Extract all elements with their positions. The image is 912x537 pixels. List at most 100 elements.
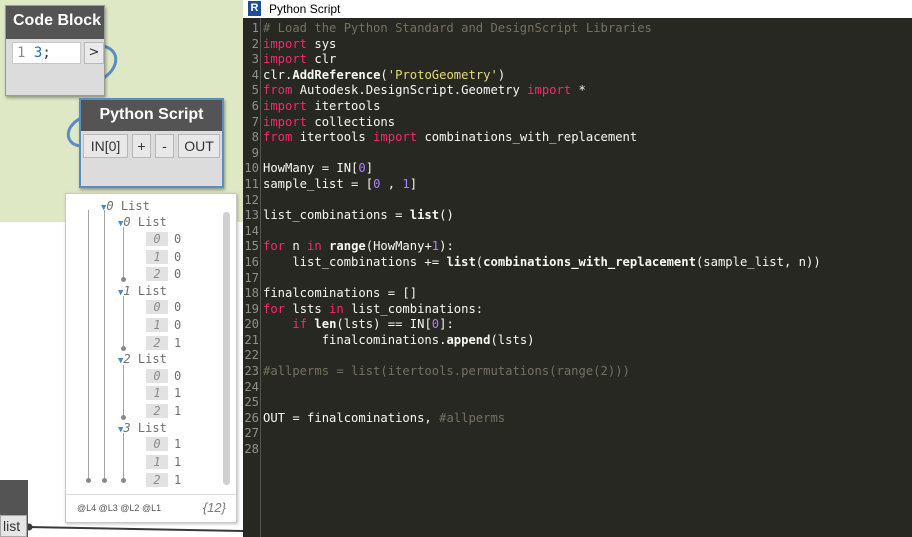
code-line[interactable]: 18 finalcominations = [] bbox=[243, 286, 912, 302]
dynamo-canvas[interactable]: Code Block 1 3; > Python Script IN[0] + … bbox=[0, 0, 243, 537]
code-token: append bbox=[446, 332, 491, 347]
node-preview-panel[interactable]: ▼0 List ▼0 List 00 10 20 ▼1 List 00 10 2… bbox=[65, 193, 237, 523]
code-block-input[interactable]: 1 3; bbox=[12, 42, 81, 64]
tree-guide-l3 bbox=[104, 210, 105, 480]
code-line[interactable]: 2 import sys bbox=[243, 37, 912, 53]
code-token: itertools bbox=[292, 130, 374, 145]
code-line[interactable]: 9 bbox=[243, 146, 912, 162]
code-line[interactable]: 11 sample_list = [0 , 1] bbox=[243, 177, 912, 193]
code-line[interactable]: 6 import itertools bbox=[243, 99, 912, 115]
input-port-in0[interactable]: IN[0] bbox=[83, 134, 128, 158]
tree-end-dot bbox=[121, 346, 126, 351]
python-script-editor[interactable]: R Python Script 1 # Load the Python Stand… bbox=[243, 0, 912, 537]
code-area[interactable]: 1 # Load the Python Standard and DesignSc… bbox=[243, 21, 912, 458]
list-item: 11 bbox=[146, 455, 181, 469]
code-line[interactable]: 27 bbox=[243, 426, 912, 442]
list-item: 20 bbox=[146, 267, 181, 281]
item-count: {12} bbox=[202, 500, 226, 515]
code-line[interactable]: 1 # Load the Python Standard and DesignSc… bbox=[243, 21, 912, 37]
line-number: 5 bbox=[251, 83, 259, 98]
code-token: AddReference bbox=[292, 67, 381, 82]
code-line[interactable]: 3 import clr bbox=[243, 52, 912, 68]
code-token: Autodesk.DesignScript.Geometry bbox=[292, 83, 528, 98]
tree-root-list[interactable]: ▼0 List bbox=[101, 199, 150, 215]
code-line[interactable]: 15 for n in range(HowMany+1): bbox=[243, 239, 912, 255]
python-script-node[interactable]: Python Script IN[0] + - OUT bbox=[79, 98, 224, 188]
code-line[interactable]: 23 #allperms = list(itertools.permutation… bbox=[243, 364, 912, 380]
code-line[interactable]: 17 bbox=[243, 271, 912, 287]
code-line[interactable]: 20 if len(lsts) == IN[0]: bbox=[243, 317, 912, 333]
code-line[interactable]: 22 bbox=[243, 348, 912, 364]
python-node-title: Python Script bbox=[81, 100, 222, 131]
code-line[interactable]: 5 from Autodesk.DesignScript.Geometry imp… bbox=[243, 83, 912, 99]
code-line[interactable]: 8 from itertools import combinations_with… bbox=[243, 130, 912, 146]
line-number: 15 bbox=[244, 239, 259, 254]
list-levels[interactable]: @L4 @L3 @L2 @L1 bbox=[77, 503, 161, 513]
code-block-node[interactable]: Code Block 1 3; > bbox=[5, 5, 105, 96]
preview-tree: ▼0 List ▼0 List 00 10 20 ▼1 List 00 10 2… bbox=[66, 194, 224, 489]
line-number: 24 bbox=[244, 379, 259, 394]
line-number: 7 bbox=[251, 114, 259, 129]
tree-end-dot bbox=[86, 478, 91, 483]
code-token: for bbox=[263, 239, 286, 254]
line-number: 20 bbox=[244, 317, 259, 332]
code-line-number: 1 bbox=[17, 45, 26, 61]
code-line[interactable]: 25 bbox=[243, 395, 912, 411]
line-number: 17 bbox=[244, 270, 259, 285]
code-token: itertools bbox=[307, 98, 381, 113]
line-number: 6 bbox=[251, 98, 259, 113]
window-title: Python Script bbox=[269, 2, 341, 16]
preview-scrollbar[interactable] bbox=[223, 212, 230, 485]
code-token: import bbox=[263, 114, 308, 129]
code-line[interactable]: 16 list_combinations += list(combination… bbox=[243, 255, 912, 271]
code-line[interactable]: 4 clr.AddReference('ProtoGeometry') bbox=[243, 68, 912, 84]
code-token: n bbox=[285, 239, 308, 254]
line-number: 28 bbox=[244, 442, 259, 457]
code-line[interactable]: 28 bbox=[243, 442, 912, 458]
line-number: 21 bbox=[244, 332, 259, 347]
code-line[interactable]: 21 finalcominations.append(lsts) bbox=[243, 333, 912, 349]
code-line[interactable]: 7 import collections bbox=[243, 115, 912, 131]
tree-end-dot bbox=[121, 478, 126, 483]
code-token: if bbox=[292, 317, 308, 332]
line-number: 9 bbox=[251, 145, 259, 160]
tree-sublist[interactable]: ▼3 List bbox=[118, 421, 167, 437]
code-line[interactable]: 13 list_combinations = list() bbox=[243, 208, 912, 224]
code-line[interactable]: 24 bbox=[243, 380, 912, 396]
code-token: #allperms bbox=[439, 410, 506, 425]
code-block-output-port[interactable]: > bbox=[84, 42, 104, 64]
code-token: ]: bbox=[439, 317, 454, 332]
code-token: clr. bbox=[263, 67, 293, 82]
code-line[interactable]: 19 for lsts in list_combinations: bbox=[243, 302, 912, 318]
code-line[interactable]: 10 HowMany = IN[0] bbox=[243, 161, 912, 177]
tree-sublist[interactable]: ▼0 List bbox=[118, 215, 167, 231]
code-line[interactable]: 26 OUT = finalcominations, #allperms bbox=[243, 411, 912, 427]
code-token: #allperms = list(itertools.permutations(… bbox=[263, 364, 630, 379]
line-number: 3 bbox=[251, 52, 259, 67]
line-number: 26 bbox=[244, 410, 259, 425]
code-token: (lsts) == IN[ bbox=[336, 317, 432, 332]
code-token: from bbox=[263, 83, 293, 98]
list-input-port[interactable]: list bbox=[0, 515, 27, 537]
tree-sublist[interactable]: ▼2 List bbox=[118, 352, 167, 368]
code-token: , bbox=[380, 176, 403, 191]
remove-input-button[interactable]: - bbox=[155, 134, 174, 158]
code-token: ( bbox=[380, 67, 388, 82]
code-token: list_combinations += bbox=[263, 254, 447, 269]
code-token: import bbox=[263, 52, 308, 67]
code-token: 'ProtoGeometry' bbox=[387, 67, 498, 82]
editor-titlebar[interactable]: R Python Script bbox=[243, 0, 912, 18]
code-token: (sample_list, n)) bbox=[695, 254, 821, 269]
code-token: import bbox=[527, 83, 572, 98]
tree-guide-l2 bbox=[123, 365, 124, 417]
code-token: in bbox=[307, 239, 322, 254]
code-line[interactable]: 12 bbox=[243, 193, 912, 209]
code-line[interactable]: 14 bbox=[243, 224, 912, 240]
tree-sublist[interactable]: ▼1 List bbox=[118, 284, 167, 300]
tree-guide-l4 bbox=[88, 210, 89, 480]
code-token: clr bbox=[307, 52, 337, 67]
line-number: 23 bbox=[244, 364, 259, 379]
add-input-button[interactable]: + bbox=[132, 134, 151, 158]
output-port-out[interactable]: OUT bbox=[178, 134, 220, 158]
line-number: 18 bbox=[244, 286, 259, 301]
